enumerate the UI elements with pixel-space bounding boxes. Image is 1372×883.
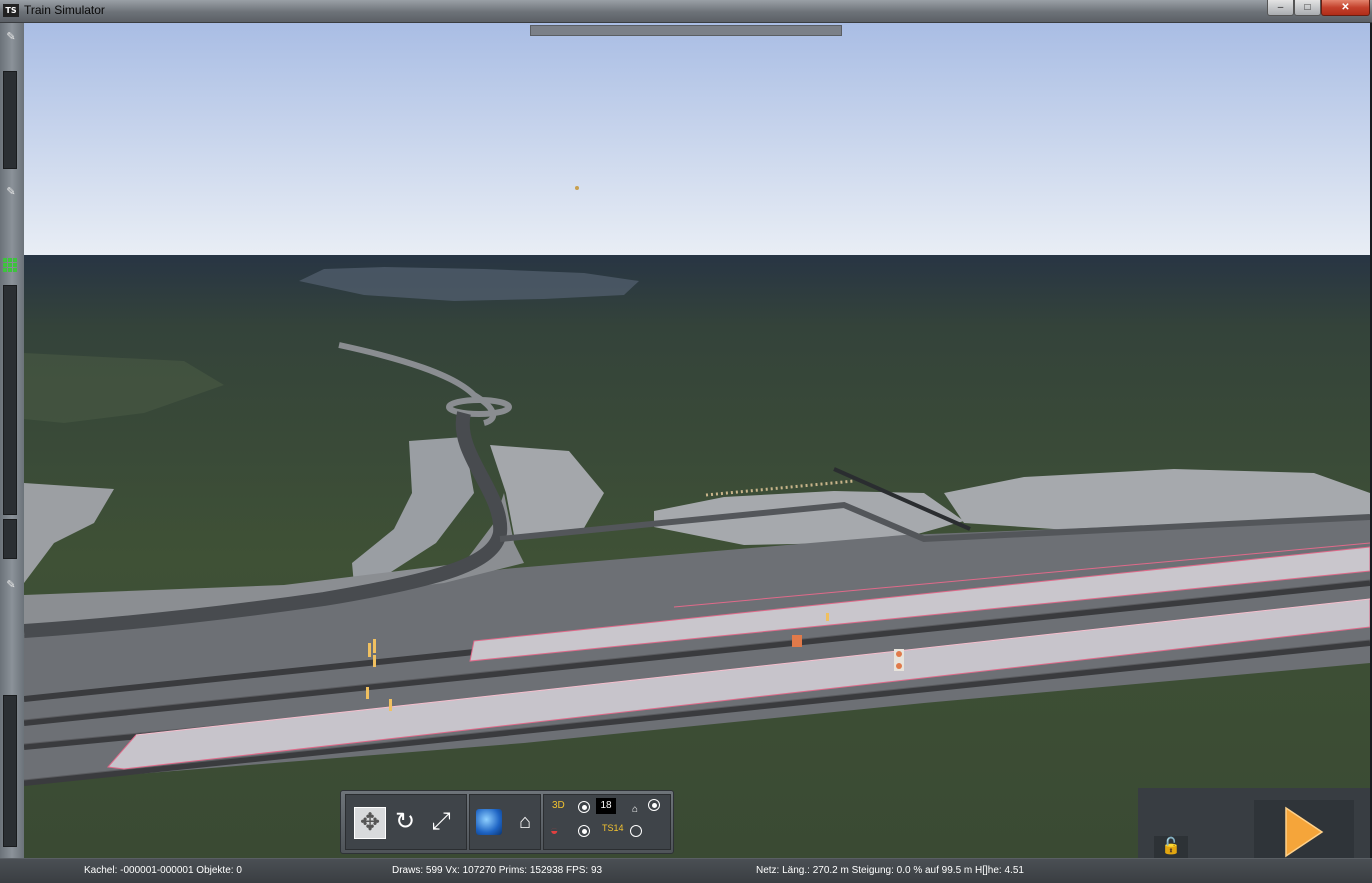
ts14-icon[interactable]: TS14 xyxy=(602,821,624,835)
mouse-icon[interactable]: ⌂ xyxy=(632,803,638,817)
pin-icon[interactable]: ✎ xyxy=(4,31,18,43)
panel-slot-4[interactable] xyxy=(3,695,17,847)
close-button[interactable]: ✕ xyxy=(1321,0,1370,16)
minimize-button[interactable]: – xyxy=(1267,0,1294,16)
sky xyxy=(24,23,1370,256)
rotate-icon[interactable]: ↻ xyxy=(390,807,420,837)
scale-icon[interactable]: ⤢ xyxy=(426,807,456,837)
globe-icon[interactable] xyxy=(476,809,502,835)
camera-icon[interactable]: ◒ xyxy=(550,823,558,837)
status-bar: Kachel: -000001-000001 Objekte: 0 Draws:… xyxy=(0,858,1372,883)
maximize-button[interactable]: □ xyxy=(1294,0,1321,16)
lock-icon[interactable]: 🔓 xyxy=(1154,836,1188,858)
pin-icon[interactable]: ✎ xyxy=(4,186,18,198)
app-icon: TS xyxy=(3,4,19,17)
mouse-radio[interactable] xyxy=(648,799,660,811)
3d-viewport[interactable] xyxy=(24,23,1370,858)
window-title: Train Simulator xyxy=(24,3,105,17)
grid-icon[interactable] xyxy=(3,258,17,272)
tool-panel: ✥ ↻ ⤢ ⌂ 3D 18 ⌂ ◒ TS14 xyxy=(340,790,674,854)
home-icon[interactable]: ⌂ xyxy=(510,807,540,837)
performance-info: Draws: 599 Vx: 107270 Prims: 152938 FPS:… xyxy=(392,865,603,876)
speed-value[interactable]: 18 xyxy=(596,798,616,814)
play-icon xyxy=(1285,806,1324,858)
camera-radio[interactable] xyxy=(578,825,590,837)
tile-info: Kachel: -000001-000001 Objekte: 0 xyxy=(84,865,242,876)
play-button[interactable] xyxy=(1254,800,1354,858)
title-bar: TS Train Simulator – □ ✕ xyxy=(0,0,1372,23)
top-panel-tab[interactable] xyxy=(530,25,842,36)
panel-slot-3[interactable] xyxy=(3,519,17,559)
panel-slot-2[interactable] xyxy=(3,285,17,515)
view-settings: 3D 18 ⌂ ◒ TS14 xyxy=(543,794,671,850)
network-info: Netz: Läng.: 270.2 m Steigung: 0.0 % auf… xyxy=(756,865,1024,876)
transform-tools: ✥ ↻ ⤢ xyxy=(345,794,467,850)
ts14-radio[interactable] xyxy=(630,825,642,837)
move-icon[interactable]: ✥ xyxy=(354,807,386,839)
3d-grid-icon[interactable]: 3D xyxy=(552,799,565,813)
drive-panel: 🔓 xyxy=(1138,788,1370,858)
panel-slot-1[interactable] xyxy=(3,71,17,169)
pin-icon[interactable]: ✎ xyxy=(4,579,18,591)
world-tools: ⌂ xyxy=(469,794,541,850)
world-scene xyxy=(24,23,1370,858)
left-tool-strip: ✎ ✎ ✎ xyxy=(0,23,25,858)
3d-grid-radio[interactable] xyxy=(578,801,590,813)
